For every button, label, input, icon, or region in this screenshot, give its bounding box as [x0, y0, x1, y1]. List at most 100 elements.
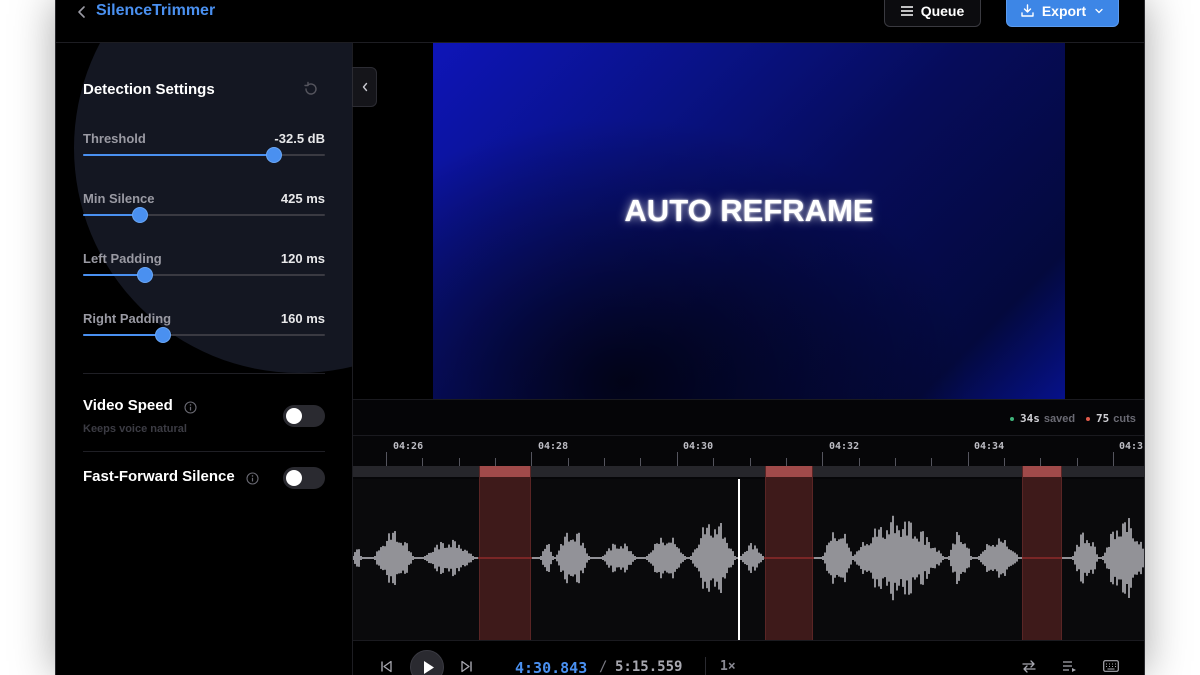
ruler-tick	[422, 458, 423, 466]
ruler-label: 04:32	[829, 441, 860, 452]
ruler-tick	[931, 458, 932, 466]
download-icon	[1021, 4, 1034, 17]
slider-label: Left Padding	[83, 251, 162, 266]
waveform	[353, 515, 1144, 601]
video-caption: AUTO REFRAME	[624, 193, 874, 228]
timeline[interactable]: 04:26 04:28 04:30 04:32 04:34 04:3	[353, 436, 1144, 640]
cut-cap	[480, 466, 530, 477]
ruler-tick	[750, 458, 751, 466]
ruler-tick	[895, 458, 896, 466]
ruler-tick	[822, 452, 823, 466]
right-padding-slider[interactable]: Right Padding 160 ms	[83, 311, 325, 351]
ruler-tick	[604, 458, 605, 466]
header-bar: SilenceTrimmer Queue Export	[56, 0, 1144, 43]
total-time: 5:15.559	[615, 659, 683, 675]
ruler-tick	[386, 452, 387, 466]
saved-dot	[1010, 417, 1014, 421]
time-separator: /	[599, 659, 608, 675]
toggle-knob	[286, 470, 302, 486]
min-silence-slider[interactable]: Min Silence 425 ms	[83, 191, 325, 231]
collapse-panel-button[interactable]	[352, 67, 377, 107]
saved-value: 34s	[1020, 412, 1040, 425]
ruler-tick	[531, 452, 532, 466]
skip-back-icon[interactable]	[380, 660, 393, 673]
info-icon[interactable]	[246, 472, 259, 485]
video-speed-toggle[interactable]	[283, 405, 325, 427]
stats-bar: 34s saved 75 cuts	[353, 399, 1144, 436]
slider-value: 425 ms	[280, 191, 325, 206]
ruler-tick	[968, 452, 969, 466]
cuts-stat: 75 cuts	[1086, 412, 1136, 425]
swap-icon[interactable]	[1022, 660, 1036, 673]
video-speed-label: Video Speed	[83, 397, 173, 414]
chevron-left-icon[interactable]	[75, 4, 89, 20]
video-frame[interactable]: AUTO REFRAME	[433, 43, 1065, 399]
chevron-left-icon	[362, 82, 368, 92]
queue-label: Queue	[920, 2, 965, 19]
fast-forward-label: Fast-Forward Silence	[83, 468, 235, 485]
play-button[interactable]	[410, 650, 444, 675]
current-time: 4:30.843	[515, 659, 588, 675]
ruler-tick	[459, 458, 460, 466]
transport-bar: 4:30.843 / 5:15.559 1×	[353, 640, 1144, 675]
chevron-down-icon	[1095, 8, 1103, 13]
slider-value: 120 ms	[280, 251, 325, 266]
slider-value: 160 ms	[280, 311, 325, 326]
toggle-knob	[286, 408, 302, 424]
video-preview: AUTO REFRAME	[352, 43, 1144, 399]
saved-stat: 34s saved	[1010, 412, 1075, 425]
ruler-label: 04:3	[1119, 441, 1144, 452]
slider-thumb[interactable]	[131, 207, 148, 223]
cut-cap	[766, 466, 812, 477]
slider-value: -32.5 dB	[274, 131, 325, 146]
ruler-tick	[568, 458, 569, 466]
ruler-tick	[859, 458, 860, 466]
skip-forward-icon[interactable]	[460, 660, 473, 673]
slider-thumb[interactable]	[266, 147, 283, 163]
left-padding-slider[interactable]: Left Padding 120 ms	[83, 251, 325, 291]
play-icon	[424, 661, 434, 674]
export-button[interactable]: Export	[1006, 0, 1119, 27]
playback-speed[interactable]: 1×	[720, 659, 736, 674]
keyboard-icon[interactable]	[1103, 660, 1119, 672]
menu-icon	[900, 5, 913, 16]
slider-label: Right Padding	[83, 311, 172, 326]
export-label: Export	[1041, 2, 1087, 19]
cut-cap	[1023, 466, 1061, 477]
slider-label: Min Silence	[83, 191, 155, 206]
fast-forward-toggle[interactable]	[283, 467, 325, 489]
info-icon[interactable]	[184, 401, 197, 414]
settings-panel: Detection Settings Threshold -32.5 dB Mi…	[56, 43, 353, 675]
ruler-tick	[713, 458, 714, 466]
threshold-slider[interactable]: Threshold -32.5 dB	[83, 131, 325, 171]
playhead[interactable]	[738, 479, 740, 640]
ruler-tick	[1077, 458, 1078, 466]
divider	[83, 451, 325, 452]
slider-label: Threshold	[83, 131, 146, 146]
ruler-tick	[677, 452, 678, 466]
playlist-icon[interactable]	[1062, 660, 1077, 673]
ruler-tick	[786, 458, 787, 466]
ruler-tick	[1040, 458, 1041, 466]
slider-fill	[83, 154, 275, 156]
slider-fill	[83, 274, 145, 276]
ruler-tick	[495, 458, 496, 466]
app-window: SilenceTrimmer Queue Export Detection Se…	[55, 0, 1145, 675]
ruler-tick	[640, 458, 641, 466]
section-title: Detection Settings	[83, 81, 215, 98]
cuts-dot	[1086, 417, 1090, 421]
reset-icon[interactable]	[303, 81, 319, 97]
queue-button[interactable]: Queue	[884, 0, 981, 27]
divider	[705, 657, 706, 675]
slider-thumb[interactable]	[136, 267, 153, 283]
video-speed-hint: Keeps voice natural	[83, 423, 187, 435]
app-title[interactable]: SilenceTrimmer	[96, 2, 215, 20]
ruler-label: 04:30	[683, 441, 714, 452]
ruler-label: 04:34	[974, 441, 1005, 452]
cuts-value: 75	[1096, 412, 1110, 425]
slider-thumb[interactable]	[154, 327, 171, 343]
ruler-tick	[1113, 452, 1114, 466]
ruler-label: 04:28	[538, 441, 569, 452]
cuts-label: cuts	[1113, 413, 1136, 425]
slider-fill	[83, 334, 163, 336]
